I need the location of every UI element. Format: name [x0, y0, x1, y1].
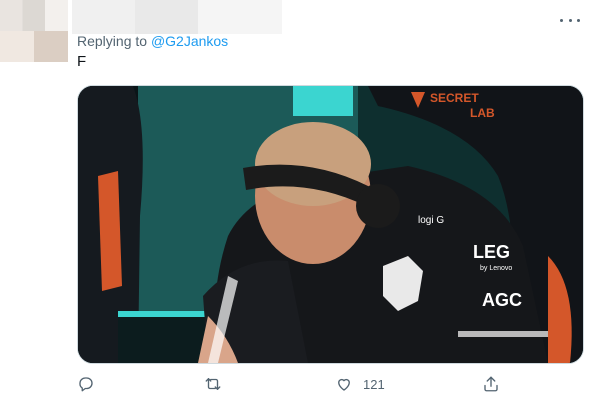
redacted-author-name[interactable]	[72, 0, 282, 34]
jersey-sponsor-text-1: LEG	[473, 242, 510, 262]
headset-logo-text: logi G	[418, 215, 444, 226]
replying-to-line: Replying to @G2Jankos	[77, 33, 228, 49]
heart-icon	[338, 378, 350, 391]
redacted-avatar[interactable]	[0, 0, 68, 62]
replying-to-label: Replying to	[77, 33, 151, 49]
like-button[interactable]: 121	[335, 372, 385, 396]
tweet-actions: 121	[77, 372, 500, 396]
like-count: 121	[363, 376, 385, 392]
media-illustration: SECRET LAB logi G LEG by Lenovo AGC	[78, 86, 583, 363]
jersey-sponsor-text-3: AGC	[482, 290, 522, 310]
reply-button[interactable]	[77, 372, 95, 396]
retweet-icon	[205, 378, 221, 390]
tweet-media-image[interactable]: SECRET LAB logi G LEG by Lenovo AGC	[77, 85, 584, 364]
reply-icon	[79, 377, 93, 392]
share-button[interactable]	[482, 372, 500, 396]
secret-lab-text-2: LAB	[470, 106, 495, 120]
share-icon	[484, 376, 498, 392]
replying-to-handle-link[interactable]: @G2Jankos	[151, 33, 228, 49]
retweet-button[interactable]	[204, 372, 222, 396]
more-options-icon[interactable]	[560, 13, 580, 27]
jersey-sponsor-text-2: by Lenovo	[480, 265, 512, 272]
secret-lab-text-1: SECRET	[430, 91, 479, 105]
tweet-text: F	[77, 53, 87, 70]
tweet-reply: Replying to @G2Jankos F SECRET LAB logi …	[0, 0, 598, 403]
